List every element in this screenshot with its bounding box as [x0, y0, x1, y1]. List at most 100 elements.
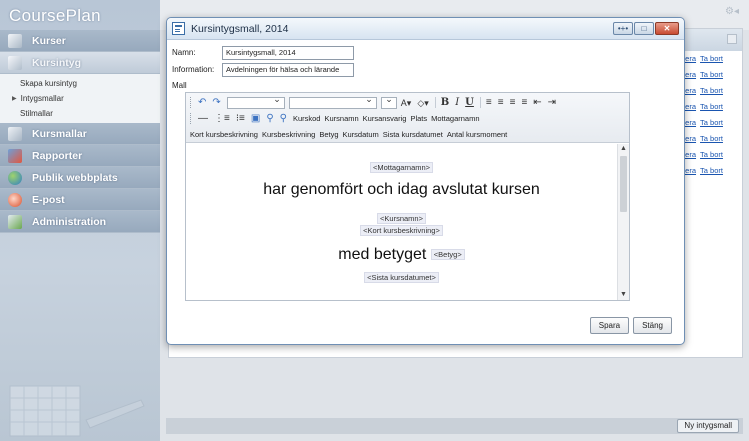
- save-button[interactable]: Spara: [589, 317, 630, 334]
- insert-field-kursbeskrivning[interactable]: Kursbeskrivning: [262, 130, 315, 139]
- reports-icon: [8, 148, 22, 163]
- delete-link[interactable]: Ta bort: [700, 150, 723, 159]
- delete-link[interactable]: Ta bort: [700, 134, 723, 143]
- delete-link[interactable]: Ta bort: [700, 118, 723, 127]
- certificate-template-dialog: Kursintygsmall, 2014 •+• □ ✕ Namn: Infor…: [166, 17, 685, 345]
- toolbar-separator: [434, 97, 436, 108]
- nav-item-kursintyg[interactable]: Kursintyg: [0, 52, 160, 74]
- template-form: Namn: Information: Mall: [167, 40, 684, 93]
- nav-item-public-website[interactable]: Publik webbplats: [0, 167, 160, 189]
- information-label: Information:: [172, 65, 215, 74]
- editor-scrollbar[interactable]: ▲ ▼: [617, 144, 629, 300]
- unlink-icon[interactable]: ⚲: [280, 113, 287, 125]
- placeholder-kort-kursbeskrivning[interactable]: <Kort kursbeskrivning>: [360, 225, 443, 236]
- scroll-down-icon[interactable]: ▼: [618, 290, 629, 300]
- font-family-select[interactable]: [288, 94, 377, 109]
- placeholder-sista-kursdatumet[interactable]: <Sista kursdatumet>: [364, 272, 439, 283]
- bold-icon[interactable]: B: [441, 97, 449, 109]
- panel-header-button[interactable]: [727, 34, 737, 44]
- settings-icon[interactable]: ⚙◂: [725, 6, 739, 17]
- insert-field-mottagarnamn[interactable]: Mottagarnamn: [431, 114, 479, 123]
- toolbar-row-fields: — ⋮≡ ⁝≡ ▣ ⚲ ⚲ Kurskod Kursnamn Kursansva…: [190, 112, 629, 125]
- scroll-up-icon[interactable]: ▲: [618, 144, 629, 154]
- align-right-icon[interactable]: ≡: [510, 97, 516, 109]
- delete-link[interactable]: Ta bort: [700, 70, 723, 79]
- new-certificate-template-button[interactable]: Ny intygsmall: [677, 419, 739, 433]
- document-icon: [172, 22, 185, 35]
- highlight-color-icon[interactable]: ◇▾: [417, 97, 428, 109]
- toolbar-separator: [479, 97, 481, 108]
- editor-toolbar: ↶ ↷ A▾ ◇▾ B I U ≡ ≡ ≡ ≡ ⇤ ⇥: [186, 93, 629, 143]
- footer-bar: Ny intygsmall: [166, 418, 743, 434]
- close-button[interactable]: ✕: [655, 22, 679, 35]
- grade-text: med betyget: [338, 246, 427, 263]
- nav-item-kursmallar[interactable]: Kursmallar: [0, 123, 160, 145]
- nav-label: Kursintyg: [32, 56, 82, 69]
- rich-text-editor: ↶ ↷ A▾ ◇▾ B I U ≡ ≡ ≡ ≡ ⇤ ⇥: [185, 92, 630, 301]
- information-row: Information:: [172, 62, 684, 77]
- align-left-icon[interactable]: ≡: [486, 97, 492, 109]
- indent-icon[interactable]: ⇥: [548, 97, 556, 109]
- insert-field-kort-kursbeskrivning[interactable]: Kort kursbeskrivning: [190, 130, 258, 139]
- nav-item-administration[interactable]: Administration: [0, 211, 160, 233]
- toolbar-grip: [190, 97, 192, 108]
- image-icon[interactable]: ▣: [251, 113, 260, 125]
- insert-field-kursansvarig[interactable]: Kursansvarig: [363, 114, 407, 123]
- underline-icon[interactable]: U: [465, 97, 474, 109]
- font-color-icon[interactable]: A▾: [401, 97, 412, 109]
- outdent-icon[interactable]: ⇤: [533, 97, 541, 109]
- insert-field-antal-kursmoment[interactable]: Antal kursmoment: [447, 130, 507, 139]
- close-dialog-button[interactable]: Stäng: [633, 317, 672, 334]
- submenu-item-stylesheets[interactable]: Stilmallar: [0, 106, 160, 121]
- dialog-titlebar[interactable]: Kursintygsmall, 2014 •+• □ ✕: [167, 18, 684, 40]
- scroll-thumb[interactable]: [620, 156, 627, 212]
- delete-link[interactable]: Ta bort: [700, 102, 723, 111]
- delete-link[interactable]: Ta bort: [700, 86, 723, 95]
- delete-link[interactable]: Ta bort: [700, 166, 723, 175]
- name-input[interactable]: [222, 45, 354, 60]
- placeholder-kursnamn[interactable]: <Kursnamn>: [377, 213, 426, 224]
- insert-field-kursdatum[interactable]: Kursdatum: [343, 130, 379, 139]
- justify-icon[interactable]: ≡: [521, 97, 527, 109]
- insert-field-kursnamn[interactable]: Kursnamn: [324, 114, 358, 123]
- insert-field-betyg[interactable]: Betyg: [319, 130, 338, 139]
- help-button[interactable]: •+•: [613, 22, 633, 35]
- nav-label: Kurser: [32, 34, 66, 47]
- nav-label: Publik webbplats: [32, 171, 118, 184]
- sidebar: CoursePlan Kurser Kursintyg Skapa kursin…: [0, 0, 160, 441]
- nav-item-rapporter[interactable]: Rapporter: [0, 145, 160, 167]
- redo-icon[interactable]: ↷: [212, 97, 220, 109]
- toolbar-grip: [190, 113, 192, 124]
- align-center-icon[interactable]: ≡: [498, 97, 504, 109]
- certificate-text-line2: med betyget <Betyg>: [186, 246, 617, 264]
- submenu-kursintyg: Skapa kursintyg ▶ Intygsmallar Stilmalla…: [0, 74, 160, 123]
- nav-item-email[interactable]: E-post: [0, 189, 160, 211]
- dialog-title: Kursintygsmall, 2014: [191, 22, 289, 35]
- name-label: Namn:: [172, 48, 196, 57]
- name-row: Namn:: [172, 45, 684, 60]
- link-icon[interactable]: ⚲: [266, 113, 273, 125]
- nav-item-kurser[interactable]: Kurser: [0, 30, 160, 52]
- courses-icon: [8, 33, 22, 48]
- toolbar-row-more-fields: Kort kursbeskrivning Kursbeskrivning Bet…: [190, 128, 629, 140]
- insert-field-sista-kursdatumet[interactable]: Sista kursdatumet: [383, 130, 443, 139]
- placeholder-mottagarnamn[interactable]: <Mottagarnamn>: [369, 162, 434, 173]
- font-size-select[interactable]: [380, 94, 397, 109]
- horizontal-rule-icon[interactable]: —: [198, 113, 208, 125]
- insert-field-kurskod[interactable]: Kurskod: [293, 114, 321, 123]
- submenu-item-create-certificate[interactable]: Skapa kursintyg: [0, 76, 160, 91]
- submenu-item-certificate-templates[interactable]: ▶ Intygsmallar: [0, 91, 160, 106]
- delete-link[interactable]: Ta bort: [700, 54, 723, 63]
- placeholder-betyg[interactable]: <Betyg>: [430, 249, 465, 261]
- app-logo: CoursePlan: [9, 6, 101, 25]
- ordered-list-icon[interactable]: ⋮≡: [214, 113, 230, 125]
- insert-field-plats[interactable]: Plats: [410, 114, 427, 123]
- editor-content-area[interactable]: <Mottagarnamn> har genomfört och idag av…: [186, 144, 617, 300]
- information-input[interactable]: [222, 62, 354, 77]
- italic-icon[interactable]: I: [455, 97, 459, 109]
- undo-icon[interactable]: ↶: [198, 97, 206, 109]
- unordered-list-icon[interactable]: ⁝≡: [236, 113, 245, 125]
- style-select[interactable]: [226, 94, 285, 109]
- nav-label: E-post: [32, 193, 65, 206]
- maximize-button[interactable]: □: [634, 22, 654, 35]
